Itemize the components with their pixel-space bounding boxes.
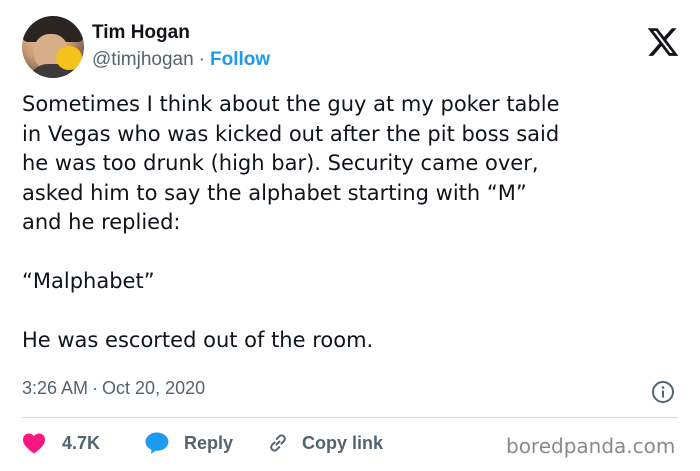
info-icon[interactable] — [651, 380, 675, 404]
tweet-timestamp[interactable]: 3:26 AM · Oct 20, 2020 — [22, 378, 205, 399]
heart-icon — [23, 433, 45, 454]
timestamp-separator: · — [92, 378, 99, 398]
divider — [22, 417, 678, 418]
handle-separator: · — [198, 49, 205, 70]
copy-link-button[interactable]: Copy link — [266, 428, 383, 458]
avatar[interactable] — [22, 16, 84, 78]
copy-link-label: Copy link — [302, 432, 384, 453]
reply-bubble-icon — [145, 432, 169, 454]
tweet-text: Sometimes I think about the guy at my po… — [22, 92, 560, 352]
link-icon — [270, 434, 286, 452]
author-name[interactable]: Tim Hogan — [92, 22, 190, 44]
watermark: boredpanda.com — [506, 434, 676, 458]
like-button[interactable]: 4.7K — [22, 428, 100, 458]
x-logo-icon[interactable] — [645, 25, 681, 59]
reply-button[interactable]: Reply — [144, 428, 233, 458]
author-handle-row: @timjhogan · Follow — [92, 49, 270, 71]
like-count: 4.7K — [62, 432, 101, 453]
tweet-time: 3:26 AM — [22, 378, 89, 398]
tweet-date: Oct 20, 2020 — [102, 378, 206, 398]
author-handle[interactable]: @timjhogan — [92, 49, 194, 70]
reply-label: Reply — [184, 432, 234, 453]
tweet-header: Tim Hogan @timjhogan · Follow — [22, 14, 682, 80]
avatar-mask — [56, 46, 82, 70]
follow-button[interactable]: Follow — [210, 49, 270, 70]
